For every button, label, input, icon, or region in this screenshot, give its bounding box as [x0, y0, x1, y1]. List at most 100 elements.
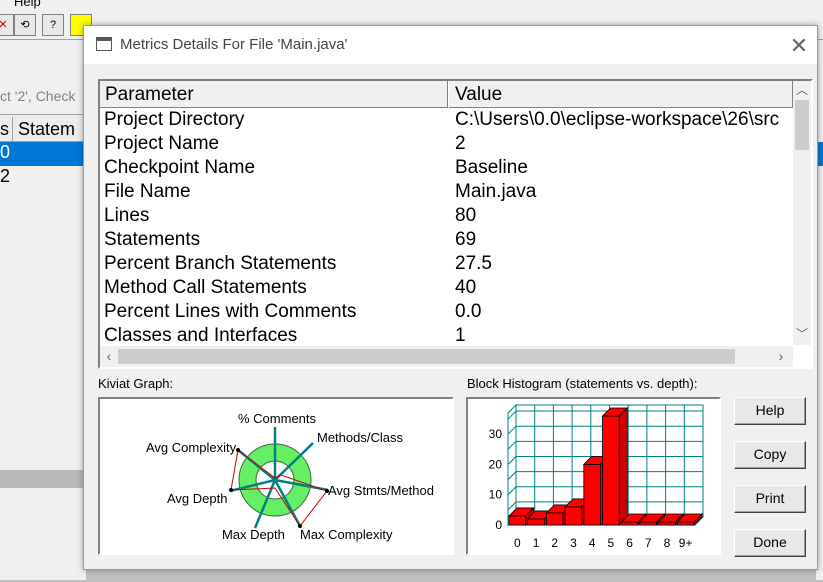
cell-parameter: Method Call Statements: [104, 277, 307, 298]
kiviat-point: [229, 488, 233, 492]
column-header-value[interactable]: Value: [455, 84, 502, 106]
background-list-row[interactable]: 2: [0, 166, 10, 187]
metrics-table: Parameter Value Project Directory C:\User…: [98, 79, 813, 369]
histogram-bar-side: [618, 407, 628, 526]
background-header-col2[interactable]: Statem: [18, 119, 75, 140]
histogram-x-tick: 7: [645, 536, 652, 550]
histogram-bar: [602, 415, 620, 526]
cell-value: 69: [455, 229, 477, 250]
table-row[interactable]: Percent Lines with Comments 0.0: [100, 300, 793, 324]
histogram-bar: [508, 515, 527, 526]
kiviat-label-methods-class: Methods/Class: [317, 430, 403, 445]
refresh-icon[interactable]: ⟲: [14, 14, 36, 36]
kiviat-label-avg-stmts: Avg Stmts/Method: [328, 483, 434, 498]
histogram-bar: [527, 518, 545, 526]
background-tab-text: ct '2', Check: [0, 88, 76, 104]
histogram-svg: 01020300 1 2 3 4 5 6 7 8 9+: [489, 403, 705, 550]
histogram-side-wall: [507, 403, 517, 527]
block-histogram: 0 10 20 30 0 1 2 3 4 5 6 7 8 9+: [466, 397, 721, 555]
histogram-x-tick: 6: [626, 536, 633, 550]
scroll-up-icon[interactable]: ︿: [793, 81, 811, 99]
vertical-scrollbar[interactable]: ︿ ﹀: [793, 81, 811, 345]
cell-value: 27.5: [455, 253, 492, 274]
window-icon: [96, 37, 112, 51]
table-row[interactable]: Percent Branch Statements 27.5: [100, 252, 793, 276]
cell-value: Main.java: [455, 181, 537, 202]
histogram-y-tick: 0: [495, 518, 502, 532]
histogram-x-tick: 2: [551, 536, 558, 550]
cell-parameter: Lines: [104, 205, 150, 226]
histogram-bar: [620, 521, 639, 526]
header-separator: [12, 117, 13, 141]
help-button[interactable]: Help: [734, 397, 806, 425]
table-row[interactable]: Project Directory C:\Users\0.0\eclipse-wo…: [100, 108, 793, 132]
column-separator[interactable]: [447, 81, 449, 108]
table-row[interactable]: Method Call Statements 40: [100, 276, 793, 300]
cell-value: 80: [455, 205, 477, 226]
histogram-x-tick: 4: [589, 536, 596, 550]
histogram-bar: [639, 521, 657, 526]
background-list-header: s Statem: [0, 114, 86, 142]
kiviat-point: [236, 448, 240, 452]
table-row[interactable]: File Name Main.java: [100, 180, 793, 204]
table-row[interactable]: Lines 80: [100, 204, 793, 228]
histogram-bar: [676, 521, 695, 526]
kiviat-graph: % Comments Methods/Class Avg Stmts/Metho…: [98, 397, 454, 555]
cell-value: Baseline: [455, 157, 528, 178]
kiviat-graph-label: Kiviat Graph:: [98, 376, 174, 391]
background-header-col1[interactable]: s: [0, 119, 9, 140]
background-stripe: [0, 470, 86, 488]
horizontal-scrollbar[interactable]: ‹ ›: [100, 346, 793, 367]
cell-parameter: Checkpoint Name: [104, 157, 256, 178]
background-menubar: Help: [0, 0, 823, 10]
histogram-bar: [546, 512, 564, 526]
cell-parameter: Project Name: [104, 133, 220, 154]
cell-value: 2: [455, 133, 466, 154]
delete-icon[interactable]: ✕: [0, 14, 14, 36]
histogram-y-tick: 30: [489, 427, 503, 441]
cell-parameter: File Name: [104, 181, 191, 202]
histogram-y-tick: 10: [489, 488, 503, 502]
table-body: Project Directory C:\Users\0.0\eclipse-wo…: [100, 108, 793, 346]
cell-parameter: Percent Lines with Comments: [104, 301, 357, 322]
metrics-details-dialog: Metrics Details For File 'Main.java' ✕ P…: [83, 25, 818, 570]
scroll-left-icon[interactable]: ‹: [100, 346, 118, 367]
histogram-bar: [583, 464, 601, 526]
cell-value: 40: [455, 277, 477, 298]
table-row[interactable]: Checkpoint Name Baseline: [100, 156, 793, 180]
table-row[interactable]: Statements 69: [100, 228, 793, 252]
table-row[interactable]: Classes and Interfaces 1: [100, 324, 793, 346]
histogram-x-tick: 9+: [679, 536, 693, 550]
kiviat-graph-svg: % Comments Methods/Class Avg Stmts/Metho…: [146, 411, 434, 542]
block-histogram-label: Block Histogram (statements vs. depth):: [467, 376, 698, 391]
kiviat-label-avg-complexity: Avg Complexity: [146, 440, 237, 455]
cell-value: 0.0: [455, 301, 482, 322]
copy-button[interactable]: Copy: [734, 441, 806, 469]
cell-value: C:\Users\0.0\eclipse-workspace\26\src: [455, 109, 780, 130]
table-row[interactable]: Project Name 2: [100, 132, 793, 156]
close-icon[interactable]: ✕: [788, 33, 810, 58]
print-button[interactable]: Print: [734, 485, 806, 513]
scroll-down-icon[interactable]: ﹀: [793, 325, 811, 343]
table-header: Parameter Value: [100, 81, 793, 108]
cell-parameter: Classes and Interfaces: [104, 325, 298, 346]
histogram-x-tick: 5: [608, 536, 615, 550]
cell-parameter: Percent Branch Statements: [104, 253, 337, 274]
horizontal-scroll-thumb[interactable]: [118, 349, 735, 364]
scroll-right-icon[interactable]: ›: [772, 346, 790, 367]
kiviat-label-max-complexity: Max Complexity: [300, 527, 393, 542]
kiviat-label-max-depth: Max Depth: [222, 527, 285, 542]
dialog-titlebar[interactable]: Metrics Details For File 'Main.java' ✕: [84, 26, 817, 64]
column-header-parameter[interactable]: Parameter: [105, 84, 194, 106]
histogram-bar: [658, 521, 676, 526]
help-pointer-icon[interactable]: ?: [42, 14, 64, 36]
background-list-row-selected[interactable]: 0: [0, 142, 86, 166]
kiviat-label-avg-depth: Avg Depth: [167, 491, 227, 506]
histogram-x-tick: 8: [664, 536, 671, 550]
histogram-bar: [564, 506, 583, 526]
vertical-scroll-thumb[interactable]: [795, 100, 809, 150]
cell-parameter: Project Directory: [104, 109, 245, 130]
done-button[interactable]: Done: [734, 529, 806, 557]
histogram-x-tick: 0: [514, 536, 521, 550]
menu-help[interactable]: Help: [14, 0, 41, 9]
